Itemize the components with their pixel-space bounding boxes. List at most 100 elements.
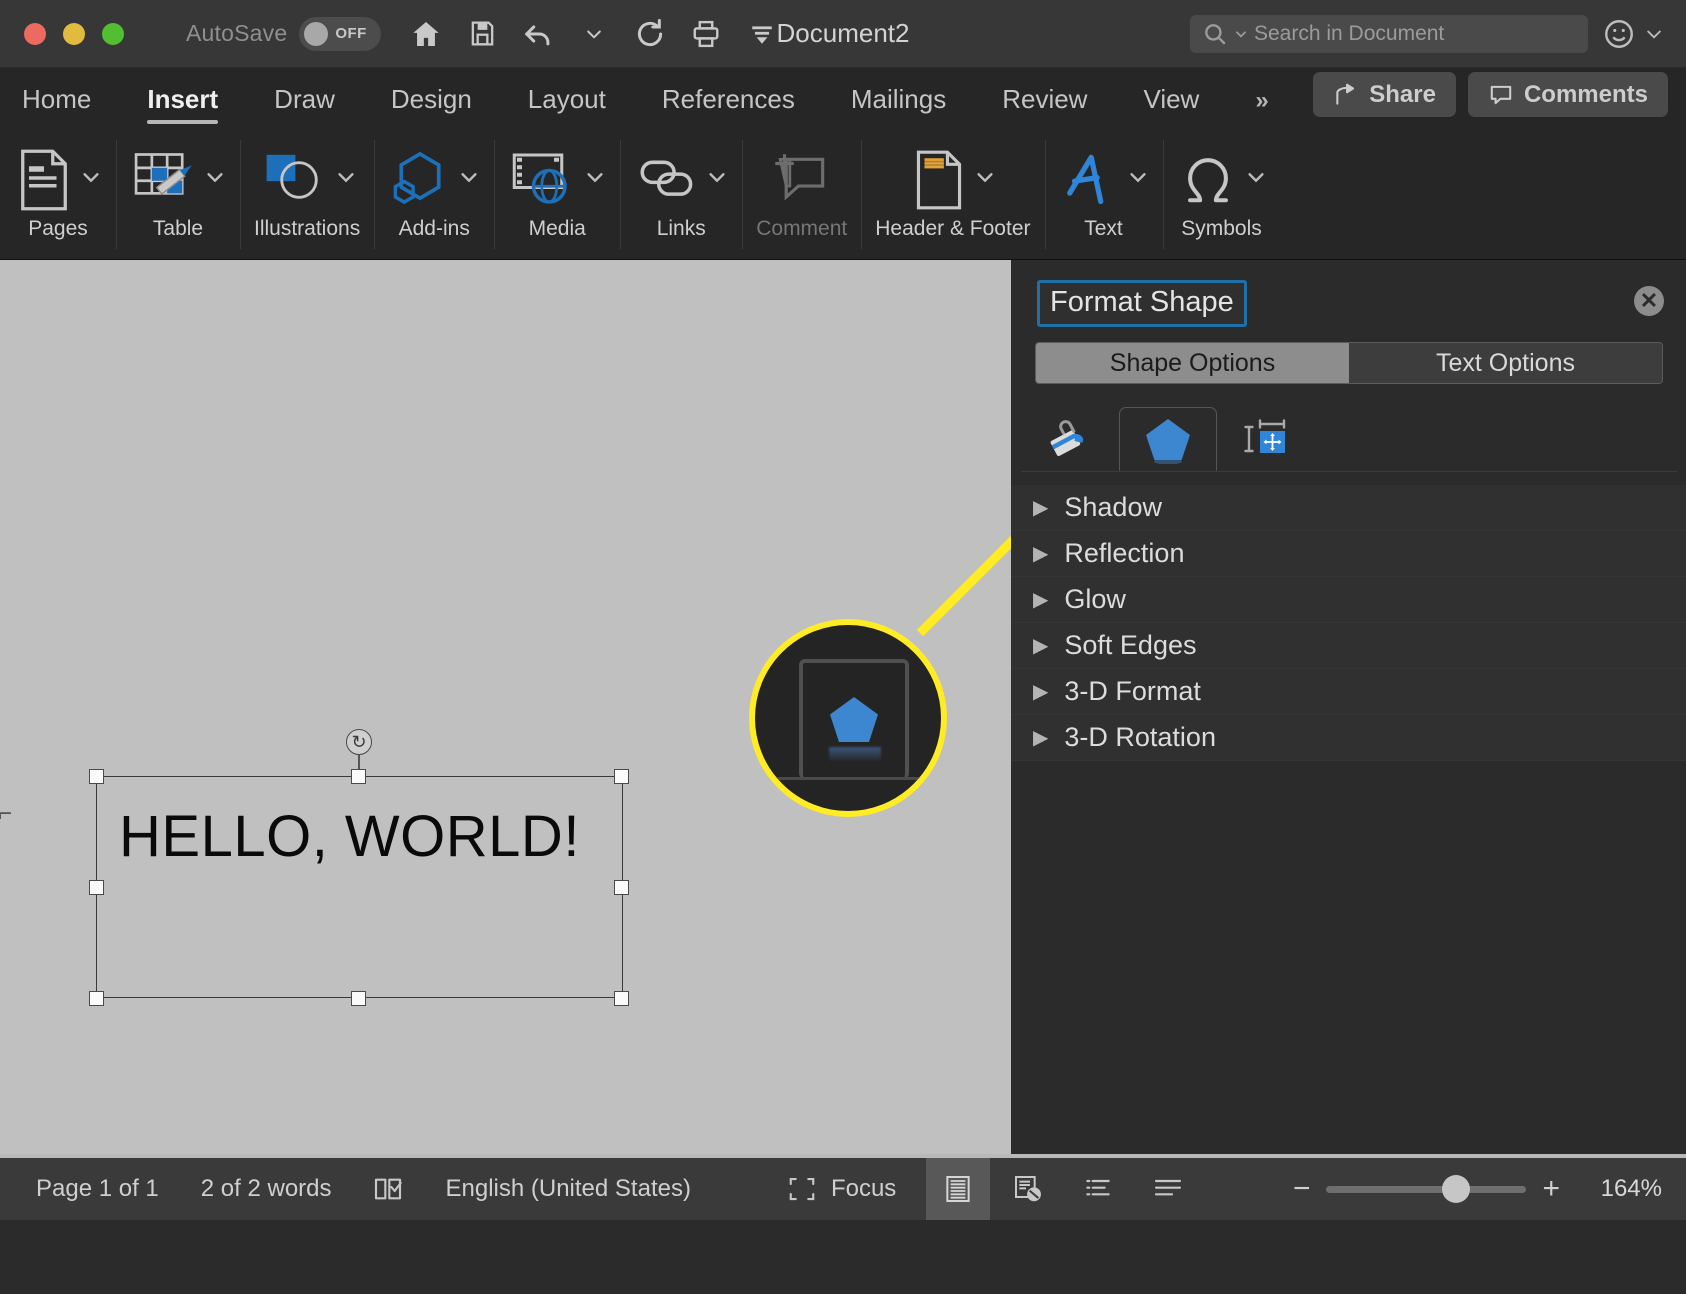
zoom-slider[interactable] — [1326, 1174, 1527, 1203]
illustrations-chevron-down-icon[interactable] — [335, 166, 357, 193]
ribbon-group-addins[interactable]: Add-ins — [374, 124, 494, 259]
customize-toolbar-icon[interactable] — [745, 17, 779, 51]
text-chevron-down-icon[interactable] — [1127, 166, 1149, 193]
resize-handle-top-right[interactable] — [614, 769, 629, 784]
links-chevron-down-icon[interactable] — [706, 166, 728, 193]
tab-draw[interactable]: Draw — [274, 84, 335, 124]
home-icon[interactable] — [409, 17, 443, 51]
media-chevron-down-icon[interactable] — [584, 166, 606, 193]
section-3d-format[interactable]: ▶ 3-D Format — [1011, 669, 1686, 715]
illustrations-iconrow — [257, 143, 357, 217]
undo-icon[interactable] — [521, 17, 555, 51]
focus-button[interactable]: Focus — [787, 1174, 896, 1204]
account-emoji-button[interactable] — [1602, 17, 1664, 51]
symbols-chevron-down-icon[interactable] — [1245, 166, 1267, 193]
smiley-icon — [1605, 19, 1633, 48]
autosave-toggle[interactable]: OFF — [299, 16, 382, 51]
panel-tab-size-and-properties[interactable] — [1217, 407, 1315, 471]
status-bar: Page 1 of 1 2 of 2 words English (United… — [0, 1158, 1686, 1220]
media-label: Media — [528, 216, 586, 240]
tab-overflow-button[interactable]: » — [1255, 87, 1268, 124]
maximize-window-button[interactable] — [102, 22, 124, 45]
close-window-button[interactable] — [24, 22, 46, 45]
chevron-right-icon: ▶ — [1033, 681, 1049, 703]
share-button[interactable]: Share — [1313, 72, 1456, 117]
search-area: Search in Document — [1190, 14, 1664, 53]
close-icon[interactable]: ✕ — [1634, 286, 1664, 316]
draft-view-icon[interactable] — [1136, 1158, 1200, 1220]
rotate-handle[interactable]: ↻ — [346, 729, 372, 755]
comments-button[interactable]: Comments — [1467, 72, 1668, 117]
section-reflection[interactable]: ▶ Reflection — [1011, 531, 1686, 577]
status-footer — [0, 1220, 1686, 1294]
chevron-right-icon: ▶ — [1033, 727, 1049, 749]
minimize-window-button[interactable] — [63, 22, 85, 45]
addins-label: Add-ins — [398, 216, 470, 240]
resize-handle-top-center[interactable] — [351, 769, 366, 784]
resize-handle-middle-left[interactable] — [89, 880, 104, 895]
autosave-toggle-knob — [304, 21, 329, 46]
spell-check-icon[interactable] — [372, 1173, 404, 1205]
section-glow[interactable]: ▶ Glow — [1011, 577, 1686, 623]
addins-chevron-down-icon[interactable] — [458, 166, 480, 193]
save-icon[interactable] — [465, 17, 499, 51]
tab-view[interactable]: View — [1143, 84, 1199, 124]
table-label: Table — [152, 216, 204, 240]
ribbon-group-symbols[interactable]: Symbols — [1162, 124, 1281, 259]
tab-layout[interactable]: Layout — [528, 84, 606, 124]
section-3d-rotation[interactable]: ▶ 3-D Rotation — [1011, 715, 1686, 761]
tab-design[interactable]: Design — [391, 84, 472, 124]
autosave-label: AutoSave — [186, 20, 288, 46]
ribbon-group-links[interactable]: Links — [620, 124, 742, 259]
ribbon-group-illustrations[interactable]: Illustrations — [240, 124, 374, 259]
comment-icon — [775, 153, 824, 201]
resize-handle-bottom-center[interactable] — [351, 991, 366, 1006]
resize-handle-middle-right[interactable] — [614, 880, 629, 895]
section-shadow[interactable]: ▶ Shadow — [1011, 485, 1686, 531]
redo-icon[interactable] — [633, 17, 667, 51]
tab-home[interactable]: Home — [22, 84, 91, 124]
addins-icon — [393, 151, 441, 204]
tab-references[interactable]: References — [662, 84, 795, 124]
ribbon-group-header-footer[interactable]: Header & Footer — [861, 124, 1044, 259]
symbols-icon — [1187, 157, 1228, 203]
resize-handle-top-left[interactable] — [89, 769, 104, 784]
resize-handle-bottom-left[interactable] — [89, 991, 104, 1006]
autosave-control[interactable]: AutoSave OFF — [186, 16, 382, 51]
ribbon-group-media[interactable]: Media — [494, 124, 620, 259]
zoom-level-label[interactable]: 164% — [1576, 1175, 1662, 1203]
outline-view-icon[interactable] — [1066, 1158, 1130, 1220]
print-icon[interactable] — [689, 17, 723, 51]
title-bar: AutoSave OFF Document2 Search in Documen… — [0, 0, 1686, 68]
chevron-right-icon: ▶ — [1033, 497, 1049, 519]
tab-insert[interactable]: Insert — [147, 84, 218, 124]
language-indicator[interactable]: English (United States) — [446, 1175, 691, 1203]
pages-chevron-down-icon[interactable] — [80, 166, 102, 193]
zoom-in-button[interactable]: + — [1542, 1172, 1560, 1206]
header-footer-chevron-down-icon[interactable] — [974, 166, 996, 193]
tab-text-options[interactable]: Text Options — [1349, 343, 1662, 383]
section-soft-edges[interactable]: ▶ Soft Edges — [1011, 623, 1686, 669]
links-icon — [640, 160, 693, 196]
resize-handle-bottom-right[interactable] — [614, 991, 629, 1006]
tab-shape-options[interactable]: Shape Options — [1036, 343, 1349, 383]
page-indicator[interactable]: Page 1 of 1 — [36, 1175, 159, 1203]
panel-tab-fill-and-line[interactable] — [1021, 407, 1119, 471]
tab-review[interactable]: Review — [1002, 84, 1087, 124]
search-input[interactable]: Search in Document — [1190, 14, 1588, 53]
selected-textbox[interactable]: HELLO, WORLD! — [96, 776, 623, 998]
print-layout-view-icon[interactable] — [926, 1158, 991, 1220]
section-reflection-label: Reflection — [1064, 538, 1185, 568]
zoom-out-button[interactable]: − — [1293, 1172, 1311, 1206]
ribbon-group-pages[interactable]: Pages — [0, 124, 116, 259]
ribbon-group-text[interactable]: Text — [1044, 124, 1163, 259]
chevron-right-icon: ▶ — [1033, 635, 1049, 657]
ribbon-group-table[interactable]: Table — [116, 124, 240, 259]
word-count[interactable]: 2 of 2 words — [201, 1175, 332, 1203]
table-chevron-down-icon[interactable] — [204, 166, 226, 193]
panel-tab-effects[interactable] — [1119, 407, 1217, 471]
tab-mailings[interactable]: Mailings — [851, 84, 946, 124]
undo-dropdown-icon[interactable] — [577, 17, 611, 51]
web-layout-view-icon[interactable] — [996, 1158, 1060, 1220]
zoom-slider-knob[interactable] — [1442, 1174, 1471, 1203]
